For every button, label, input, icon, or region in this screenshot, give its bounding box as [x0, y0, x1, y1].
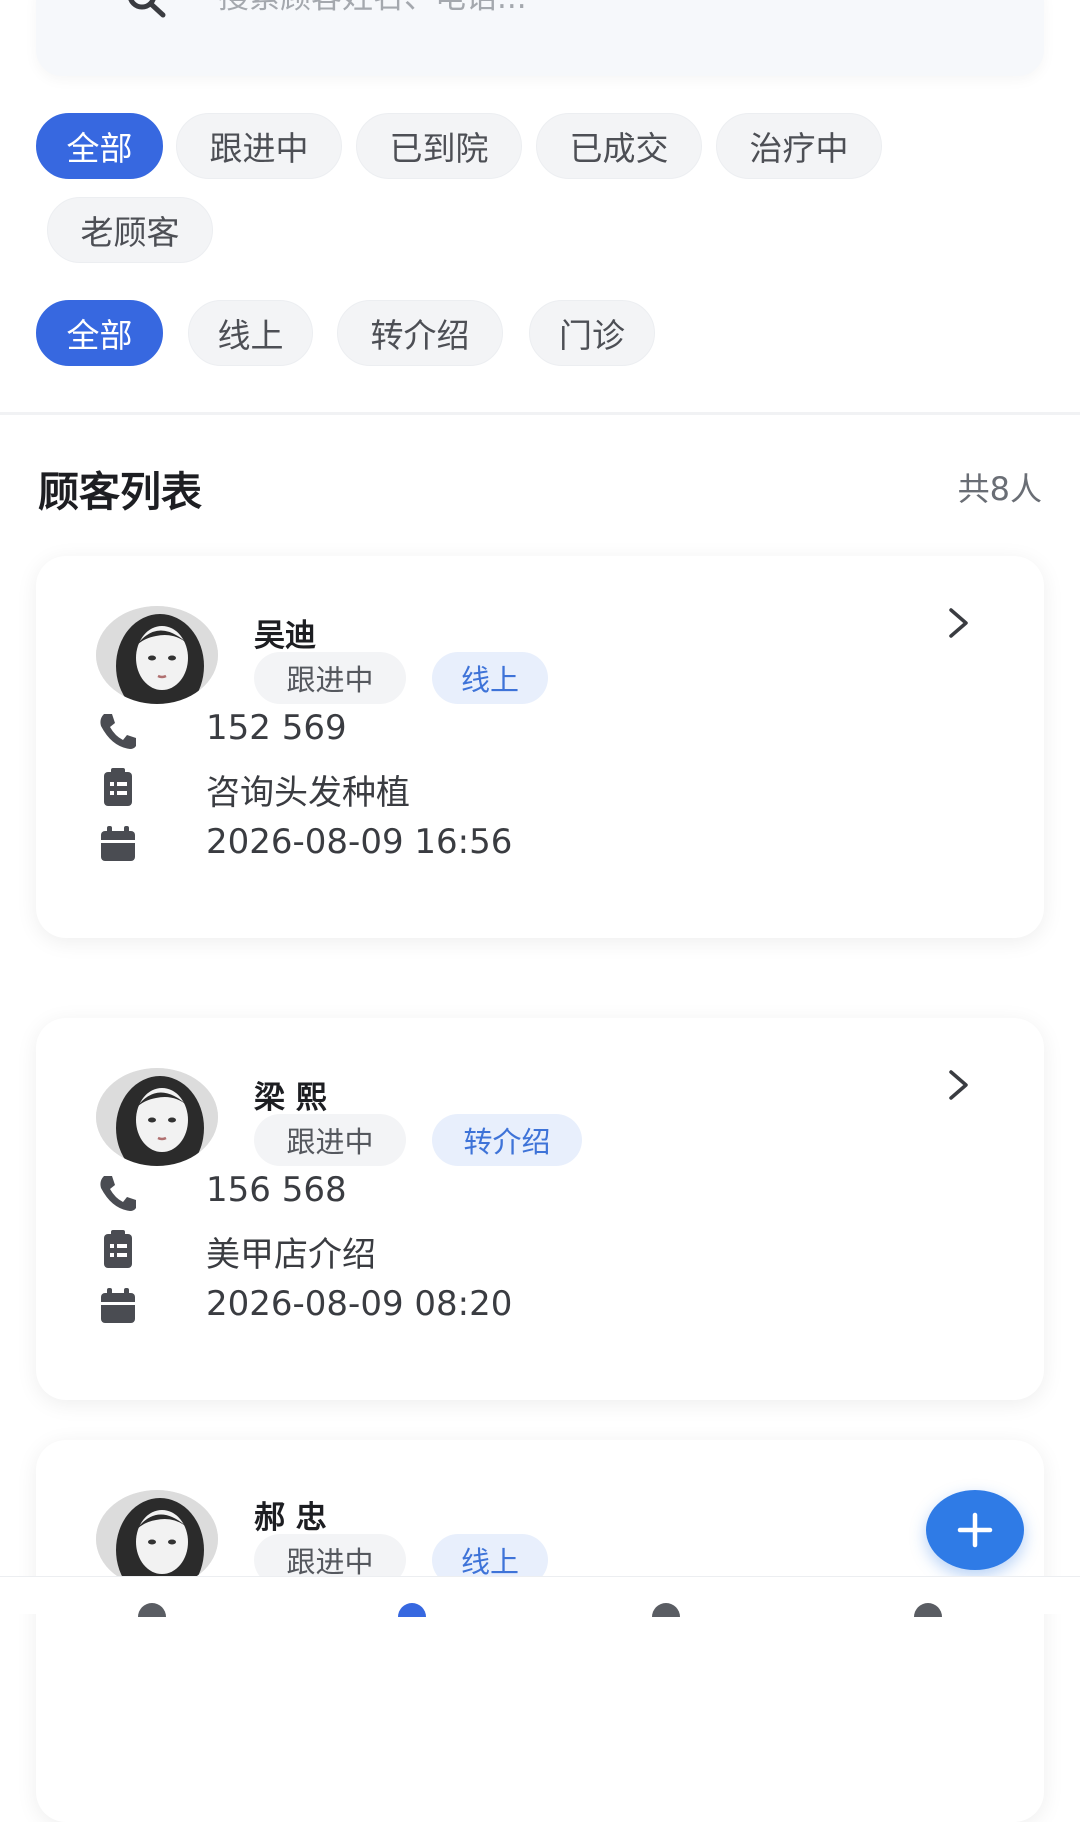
phone-icon [100, 1176, 136, 1211]
avatar [96, 1490, 218, 1588]
status-tag: 跟进中 [254, 1114, 406, 1166]
status-filter-deal-closed[interactable]: 已成交 [536, 113, 702, 179]
customer-name: 吴迪 [254, 618, 316, 654]
customer-card[interactable]: 梁 熙 跟进中 转介绍 156 568 美甲店介绍 2026-08-09 08:… [36, 1018, 1044, 1400]
created-datetime: 2026-08-09 08:20 [206, 1284, 513, 1324]
phone-row: 152 569 [96, 708, 996, 752]
source-filter-clinic[interactable]: 门诊 [529, 300, 655, 366]
created-datetime: 2026-08-09 16:56 [206, 822, 513, 862]
phone-number: 156 568 [206, 1170, 347, 1210]
nav-item-profile[interactable] [914, 1603, 942, 1617]
status-filter-returning[interactable]: 老顾客 [47, 197, 213, 263]
chevron-right-icon[interactable] [946, 1066, 972, 1104]
customer-name: 梁 熙 [254, 1080, 327, 1116]
avatar [96, 606, 218, 704]
consult-note: 美甲店介绍 [206, 1235, 376, 1275]
calendar-icon [101, 1288, 135, 1323]
source-tag: 转介绍 [432, 1114, 582, 1166]
avatar [96, 1068, 218, 1166]
chevron-right-icon[interactable] [946, 604, 972, 642]
add-customer-button[interactable] [926, 1490, 1024, 1570]
customer-card[interactable]: 吴迪 跟进中 线上 152 569 咨询头发种植 2026-08-09 16:5… [36, 556, 1044, 938]
customer-name: 郝 忠 [254, 1500, 327, 1536]
bottom-nav [0, 1576, 1080, 1617]
source-filter-all[interactable]: 全部 [36, 300, 163, 366]
source-filter-referral[interactable]: 转介绍 [337, 300, 503, 366]
search-icon [128, 0, 166, 18]
phone-row: 156 568 [96, 1170, 996, 1214]
status-filter-in-treatment[interactable]: 治疗中 [716, 113, 882, 179]
nav-item-tasks[interactable] [652, 1603, 680, 1617]
clipboard-icon [104, 768, 132, 806]
date-row: 2026-08-09 16:56 [96, 822, 996, 866]
note-row: 咨询头发种植 [96, 765, 996, 813]
phone-number: 152 569 [206, 708, 347, 748]
section-divider [0, 412, 1080, 415]
status-filter-arrived[interactable]: 已到院 [356, 113, 522, 179]
nav-item-home[interactable] [138, 1603, 166, 1617]
status-filter-following[interactable]: 跟进中 [176, 113, 342, 179]
customer-card[interactable]: 郝 忠 跟进中 线上 [36, 1440, 1044, 1822]
plus-icon [957, 1512, 993, 1548]
source-filter-online[interactable]: 线上 [188, 300, 313, 366]
nav-item-customers[interactable] [398, 1603, 426, 1617]
phone-icon [100, 714, 136, 749]
date-row: 2026-08-09 08:20 [96, 1284, 996, 1328]
source-tag: 线上 [432, 652, 548, 704]
consult-note: 咨询头发种植 [206, 773, 410, 813]
list-title: 顾客列表 [38, 468, 202, 516]
search-bar[interactable] [36, 0, 1044, 76]
list-count: 共8人 [957, 470, 1042, 508]
calendar-icon [101, 826, 135, 861]
status-tag: 跟进中 [254, 652, 406, 704]
search-input[interactable] [216, 0, 920, 20]
status-filter-all[interactable]: 全部 [36, 113, 163, 179]
clipboard-icon [104, 1230, 132, 1268]
note-row: 美甲店介绍 [96, 1227, 996, 1275]
